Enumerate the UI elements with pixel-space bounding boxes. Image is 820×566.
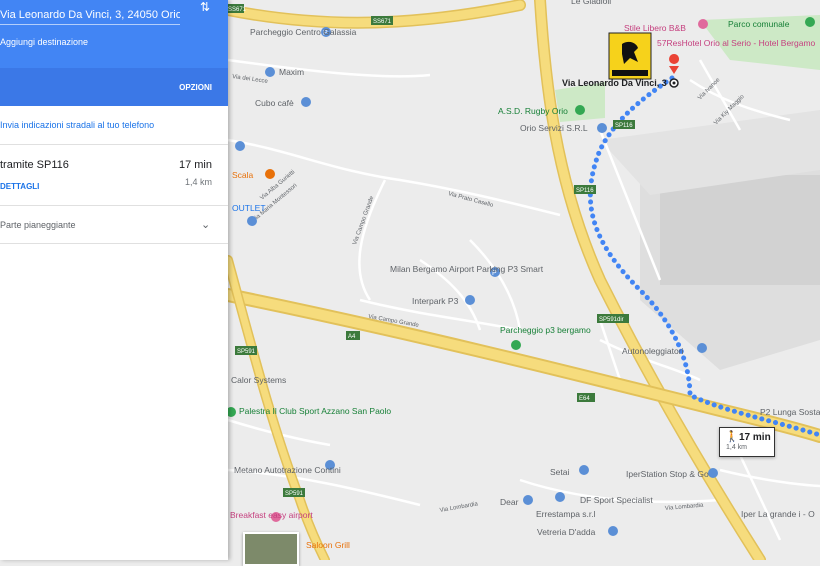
poi-label: Palestra Il Club Sport Azzano San Paolo [239,406,391,416]
road-label-e64: E64 [579,396,590,402]
route-distance: 1,4 km [184,177,212,187]
poi-label: IperStation Stop & Go [626,469,709,479]
poi-label: Vetreria D'adda [537,527,596,537]
poi-label: Breakfast easy airport [230,510,313,520]
poi-maxim[interactable]: Maxim [265,67,304,77]
road-label-sp591-a: SP591 [237,349,256,355]
chevron-down-icon[interactable]: ⌄ [201,218,210,231]
destination-label: Via Leonardo Da Vinci, 3 [562,78,667,88]
road-label-sp116-a: SP116 [615,123,633,129]
poi-p2-lunga-sosta[interactable]: P2 Lunga Sosta [760,407,820,417]
poi-label: P2 Lunga Sosta [760,407,820,417]
poi-label: Dear [500,497,519,507]
poi-label: Stile Libero B&B [624,23,686,33]
walk-time-badge[interactable]: 🚶 17 min 1,4 km [719,427,775,457]
poi-label: OUTLET [232,203,266,213]
directions-panel: Via Leonardo Da Vinci, 3, 24050 Orio al … [0,0,228,560]
poi-label: Maxim [279,67,304,77]
poi-label: DF Sport Specialist [580,495,653,505]
poi-gladioli[interactable]: Le Gladioli [571,0,611,6]
walk-time: 17 min [739,432,771,443]
poi-label: Setai [550,467,569,477]
divider [0,205,228,206]
poi-label: 57ResHotel Orio al Serio - Hotel Bergamo [657,38,816,48]
road-label-ss671-b: SS671 [373,19,392,25]
destination-input[interactable]: Via Leonardo Da Vinci, 3, 24050 Orio al … [0,6,180,25]
poi-label: Cubo cafè [255,98,294,108]
poi-iperstation[interactable]: IperStation Stop & Go [626,468,718,479]
poi-label: Milan Bergamo Airport Parking P3 Smart [390,264,544,274]
road-label-a4: A4 [348,334,356,340]
poi-label: Metano Autotrazione Contini [234,465,341,475]
options-button[interactable]: OPZIONI [179,83,212,92]
divider [0,243,228,244]
poi-saloon-grill[interactable]: Saloon Grill [306,540,350,550]
poi-parcheggio-centro-galassia[interactable]: P Parcheggio Centro Galassia [250,27,357,37]
route-time: 17 min [178,159,212,171]
poi-label: Saloon Grill [306,540,350,550]
directions-header: Via Leonardo Da Vinci, 3, 24050 Orio al … [0,0,228,68]
poi-label: Iper La grande i - O [741,509,815,519]
details-button[interactable]: DETTAGLI [0,182,39,191]
route-name[interactable]: tramite SP116 [0,159,69,171]
add-destination-link[interactable]: Aggiungi destinazione [0,37,88,47]
poi-label: A.S.D. Rugby Orio [498,106,568,116]
poi-label: Autonoleggiatori [622,346,684,356]
poi-label: Le Gladioli [571,0,611,6]
satellite-layer-thumbnail[interactable] [243,532,299,566]
poi-label: Interpark P3 [412,296,459,306]
poi-palestra[interactable]: Palestra Il Club Sport Azzano San Paolo [226,406,391,417]
depart-label: Parte pianeggiante [0,220,76,230]
road-label-sp591dir: SP591dir [599,317,624,323]
road-label-sp116-b: SP116 [576,188,594,194]
poi-label: Parcheggio Centro Galassia [250,27,357,37]
road-label-ss671-a: SS671 [228,7,247,13]
poi-errestampa[interactable]: Errestampa s.r.l [536,509,596,519]
poi-label: Calor Systems [231,375,286,385]
road-label-sp591-b: SP591 [285,491,304,497]
poi-label: Errestampa s.r.l [536,509,596,519]
poi-label: Orio Servizi S.R.L [520,123,588,133]
options-bar: OPZIONI [0,68,228,106]
poi-label: Scala [232,170,254,180]
walk-distance: 1,4 km [726,444,748,451]
poi-iper[interactable]: Iper La grande i - O [741,509,815,519]
walking-person-icon: 🚶 [725,431,739,443]
poi-label: Parco comunale [728,19,790,29]
airport-apron [660,175,820,285]
poi-label: Parcheggio p3 bergamo [500,325,591,335]
swap-icon[interactable]: ⇅ [200,0,210,14]
divider [0,144,228,145]
send-to-phone-link[interactable]: Invia indicazioni stradali al tuo telefo… [0,120,154,130]
poi-57reshotel[interactable]: 57ResHotel Orio al Serio - Hotel Bergamo [657,38,816,48]
poi-calor-systems[interactable]: Calor Systems [231,375,286,385]
